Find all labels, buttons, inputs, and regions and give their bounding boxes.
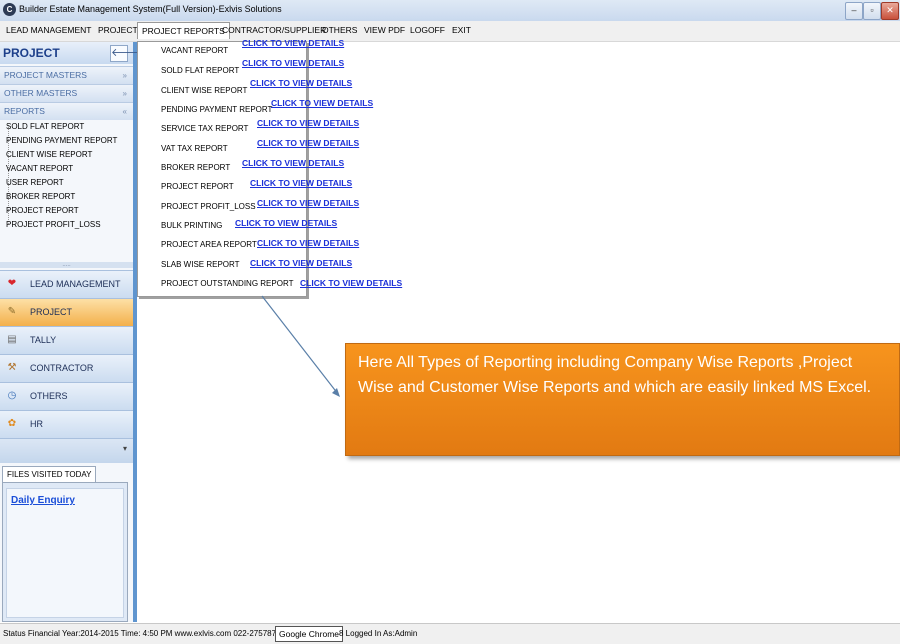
- callout-text: Here All Types of Reporting including Co…: [358, 354, 872, 396]
- status-logged-in: 8 Logged In As:Admin: [339, 629, 418, 638]
- status-text: Status Financial Year:2014-2015 Time: 4:…: [3, 629, 277, 638]
- reporting-callout: Here All Types of Reporting including Co…: [345, 343, 900, 456]
- callout-connector-line: [261, 295, 340, 397]
- taskbar-tooltip: Google Chrome: [275, 626, 344, 642]
- status-bar: Status Financial Year:2014-2015 Time: 4:…: [0, 623, 900, 644]
